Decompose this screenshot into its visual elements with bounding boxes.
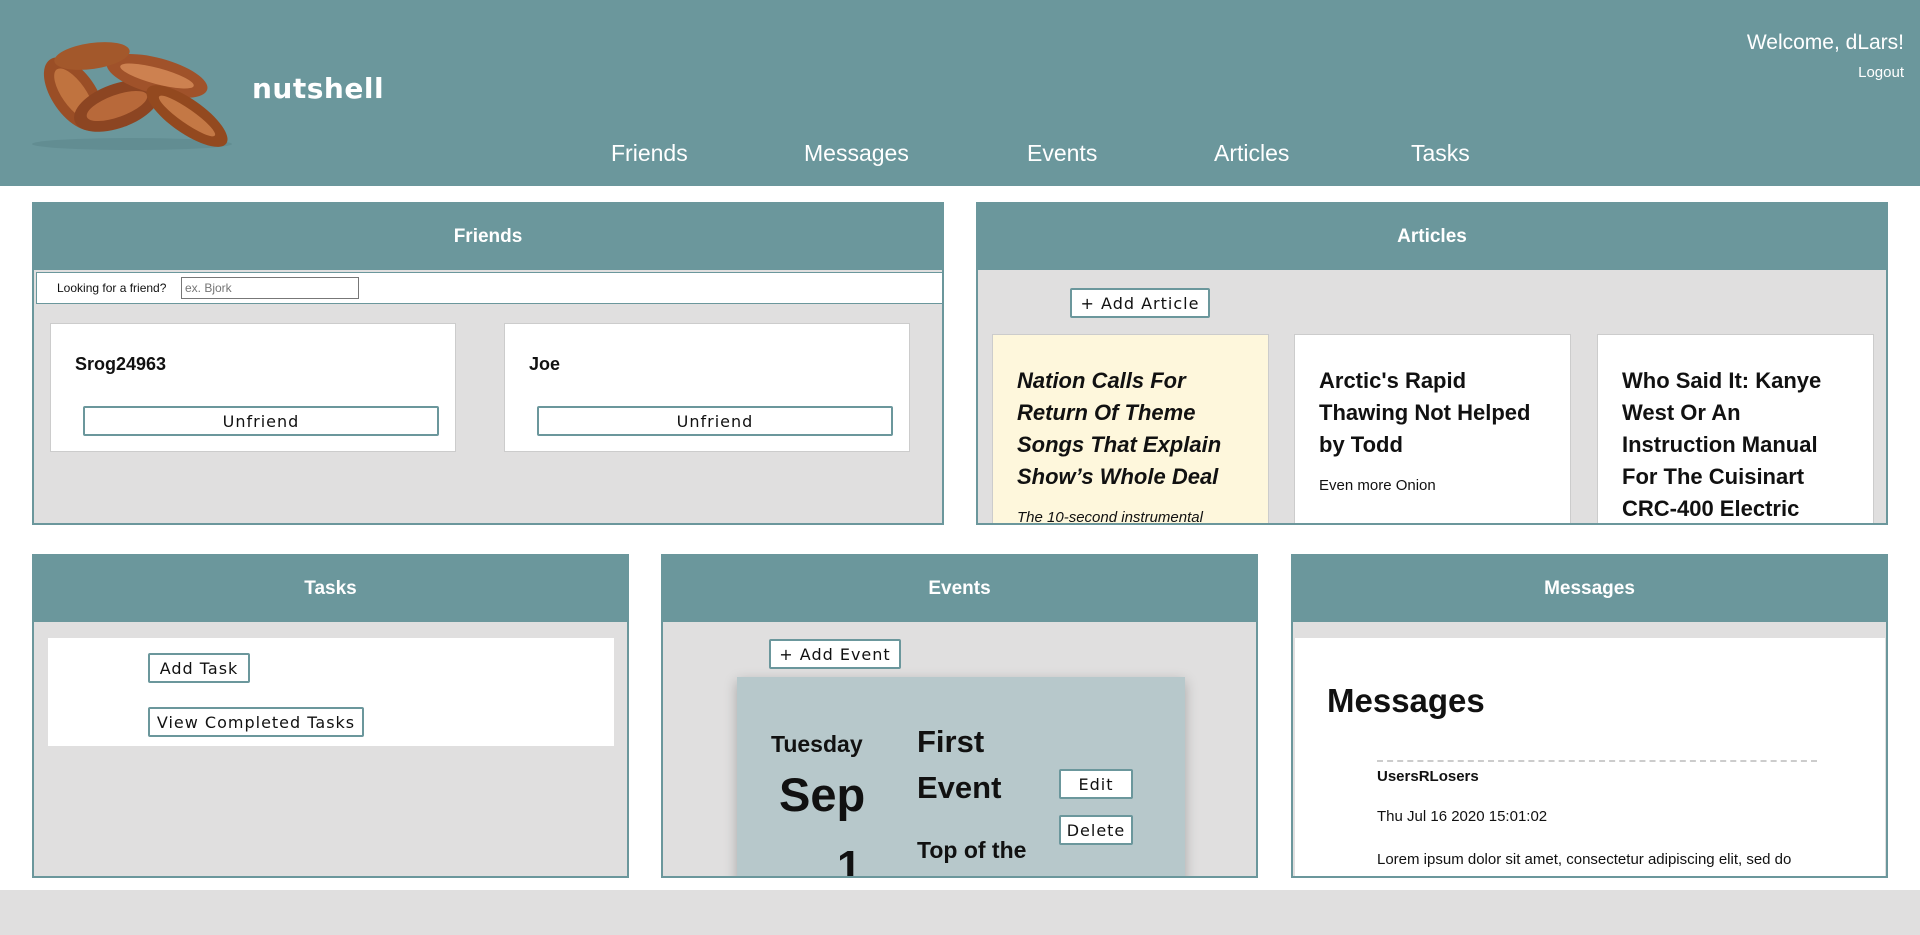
friend-card: Srog24963 Unfriend: [50, 323, 456, 452]
friend-name: Srog24963: [75, 354, 167, 374]
brand-name: nutshell: [252, 72, 385, 105]
pecan-logo-icon: [32, 42, 232, 150]
friends-panel: Friends Looking for a friend? Srog24963 …: [32, 202, 944, 525]
nav-friends[interactable]: Friends: [611, 140, 688, 167]
articles-panel-title: Articles: [978, 204, 1886, 270]
event-location: Top of the: [917, 837, 1027, 863]
event-weekday: Tuesday: [771, 731, 863, 757]
events-panel-title: Events: [663, 556, 1256, 622]
messages-panel: Messages Messages UsersRLosers Thu Jul 1…: [1291, 554, 1888, 878]
article-card[interactable]: Who Said It: Kanye West Or An Instructio…: [1597, 334, 1874, 523]
friend-search-input[interactable]: [181, 277, 359, 299]
article-card[interactable]: Nation Calls For Return Of Theme Songs T…: [992, 334, 1269, 525]
nav-events[interactable]: Events: [1027, 140, 1097, 167]
event-card: Tuesday Sep 1 First Event Top of the Edi…: [737, 677, 1185, 878]
message-body: Lorem ipsum dolor sit amet, consectetur …: [1377, 851, 1792, 876]
messages-heading: Messages: [1327, 682, 1485, 719]
tasks-panel-title: Tasks: [34, 556, 627, 622]
article-title: Nation Calls For Return Of Theme Songs T…: [1017, 368, 1222, 489]
site-header: nutshell Welcome, dLars! Logout Friends …: [0, 0, 1920, 186]
friend-card: Joe Unfriend: [504, 323, 910, 452]
message-author[interactable]: UsersRLosers: [1377, 768, 1479, 785]
edit-event-button[interactable]: Edit: [1059, 769, 1133, 799]
messages-list: Messages UsersRLosers Thu Jul 16 2020 15…: [1295, 638, 1885, 876]
add-article-button[interactable]: + Add Article: [1070, 288, 1210, 318]
friend-search-bar: Looking for a friend?: [36, 272, 942, 304]
view-completed-tasks-button[interactable]: View Completed Tasks: [148, 707, 364, 737]
friends-panel-title: Friends: [34, 204, 942, 270]
nav-tasks[interactable]: Tasks: [1411, 140, 1470, 167]
articles-panel: Articles + Add Article Nation Calls For …: [976, 202, 1888, 525]
article-card[interactable]: Arctic's Rapid Thawing Not Helped by Tod…: [1294, 334, 1571, 523]
delete-event-button[interactable]: Delete: [1059, 815, 1133, 845]
tasks-actions: Add Task View Completed Tasks: [48, 638, 614, 746]
add-event-button[interactable]: + Add Event: [769, 639, 901, 669]
tasks-panel: Tasks Add Task View Completed Tasks: [32, 554, 629, 878]
nav-messages[interactable]: Messages: [804, 140, 909, 167]
message-divider: [1377, 760, 1817, 762]
article-synopsis: The 10-second instrumental: [1017, 509, 1203, 525]
event-day: 1: [837, 842, 862, 878]
friend-search-label: Looking for a friend?: [57, 281, 167, 295]
article-title: Arctic's Rapid Thawing Not Helped by Tod…: [1319, 368, 1531, 457]
unfriend-button[interactable]: Unfriend: [537, 406, 893, 436]
message-timestamp: Thu Jul 16 2020 15:01:02: [1377, 808, 1548, 825]
events-panel: Events + Add Event Tuesday Sep 1 First E…: [661, 554, 1258, 878]
nav-articles[interactable]: Articles: [1214, 140, 1289, 167]
article-title: Who Said It: Kanye West Or An Instructio…: [1622, 368, 1822, 521]
logout-link[interactable]: Logout: [1858, 64, 1904, 81]
event-name: First Event: [917, 724, 1002, 805]
friend-name: Joe: [529, 354, 561, 374]
add-task-button[interactable]: Add Task: [148, 653, 250, 683]
welcome-message: Welcome, dLars!: [1746, 31, 1904, 54]
event-month: Sep: [779, 768, 866, 821]
unfriend-button[interactable]: Unfriend: [83, 406, 439, 436]
article-synopsis: Even more Onion: [1319, 477, 1436, 494]
messages-panel-title: Messages: [1293, 556, 1886, 622]
